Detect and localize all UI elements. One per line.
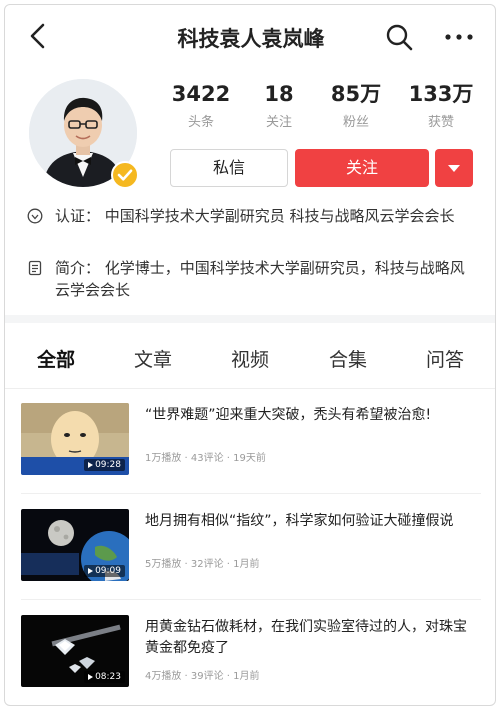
follow-button[interactable]: 关注 (295, 149, 429, 187)
stat-label: 粉丝 (342, 115, 369, 130)
stat-followers[interactable]: 85万 粉丝 (316, 81, 396, 130)
page-title: 科技袁人袁岚峰 (177, 27, 325, 51)
section-divider (5, 315, 495, 323)
video-duration: 08:23 (84, 671, 125, 683)
tab-qa[interactable]: 问答 (426, 345, 464, 372)
stat-number: 3422 (171, 82, 231, 106)
stat-label: 关注 (265, 115, 292, 130)
content-tabs: 全部 文章 视频 合集 问答 (5, 323, 495, 389)
duration-text: 08:23 (95, 672, 121, 682)
stat-likes[interactable]: 133万 获赞 (401, 81, 481, 130)
avatar[interactable] (29, 79, 139, 189)
duration-text: 09:09 (95, 566, 121, 576)
more-dots-icon[interactable] (443, 27, 475, 47)
stat-following[interactable]: 18 关注 (239, 81, 319, 130)
certification-icon (27, 208, 43, 224)
video-thumbnail[interactable]: 08:23 (21, 615, 129, 687)
top-bar: 科技袁人袁岚峰 (5, 5, 495, 67)
certification-row: 认证： 中国科学技术大学副研究员 科技与战略风云学会会长 (27, 205, 477, 227)
video-duration: 09:09 (84, 565, 125, 577)
profile-stats: 3422 头条 18 关注 85万 粉丝 133万 获赞 (165, 81, 477, 137)
tab-all[interactable]: 全部 (37, 345, 75, 372)
tab-collections[interactable]: 合集 (329, 345, 367, 372)
play-icon (88, 461, 94, 468)
intro-text: 简介： 化学博士，中国科学技术大学副研究员，科技与战略风云学会会长 (55, 259, 465, 299)
video-duration: 09:28 (84, 459, 125, 471)
feed-item-title[interactable]: 用黄金钻石做耗材，在我们实验室待过的人，对珠宝黄金都免疫了 (145, 617, 475, 659)
stat-number: 85万 (330, 82, 382, 106)
play-icon (88, 567, 94, 574)
stat-label: 获赞 (427, 115, 454, 130)
duration-text: 09:28 (95, 460, 121, 470)
feed-item-meta: 1万播放 · 43评论 · 19天前 (145, 453, 266, 464)
feed-item-title[interactable]: 地月拥有相似“指纹”，科学家如何验证大碰撞假说 (145, 511, 475, 532)
stat-number: 18 (264, 82, 294, 106)
follow-dropdown-button[interactable] (435, 149, 473, 187)
video-thumbnail[interactable]: 09:09 (21, 509, 129, 581)
verified-badge-icon (111, 161, 139, 189)
message-button[interactable]: 私信 (170, 149, 288, 187)
stat-posts[interactable]: 3422 头条 (161, 81, 241, 130)
intro-document-icon (28, 260, 42, 276)
feed-item[interactable]: 08:23 用黄金钻石做耗材，在我们实验室待过的人，对珠宝黄金都免疫了 4万播放… (5, 599, 495, 705)
feed-item[interactable]: 09:09 地月拥有相似“指纹”，科学家如何验证大碰撞假说 5万播放 · 32评… (5, 493, 495, 599)
intro-row: 简介： 化学博士，中国科学技术大学副研究员，科技与战略风云学会会长 (27, 257, 477, 301)
search-icon[interactable] (385, 23, 413, 51)
stat-number: 133万 (408, 82, 474, 106)
video-thumbnail[interactable]: 09:28 (21, 403, 129, 475)
tab-articles[interactable]: 文章 (134, 345, 172, 372)
triangle-down-icon (448, 165, 460, 172)
feed-item-title[interactable]: “世界难题”迎来重大突破，秃头有希望被治愈! (145, 405, 475, 426)
certification-text: 认证： 中国科学技术大学副研究员 科技与战略风云学会会长 (55, 207, 455, 225)
tab-videos[interactable]: 视频 (231, 345, 269, 372)
profile-page: 科技袁人袁岚峰 3422 头条 18 关注 85万 粉丝 133万 获赞 私信 … (4, 4, 496, 706)
feed-item[interactable]: 09:28 “世界难题”迎来重大突破，秃头有希望被治愈! 1万播放 · 43评论… (5, 387, 495, 493)
feed-item-meta: 5万播放 · 32评论 · 1月前 (145, 559, 260, 570)
feed-item-meta: 4万播放 · 39评论 · 1月前 (145, 671, 260, 682)
stat-label: 头条 (187, 115, 214, 130)
play-icon (88, 673, 94, 680)
